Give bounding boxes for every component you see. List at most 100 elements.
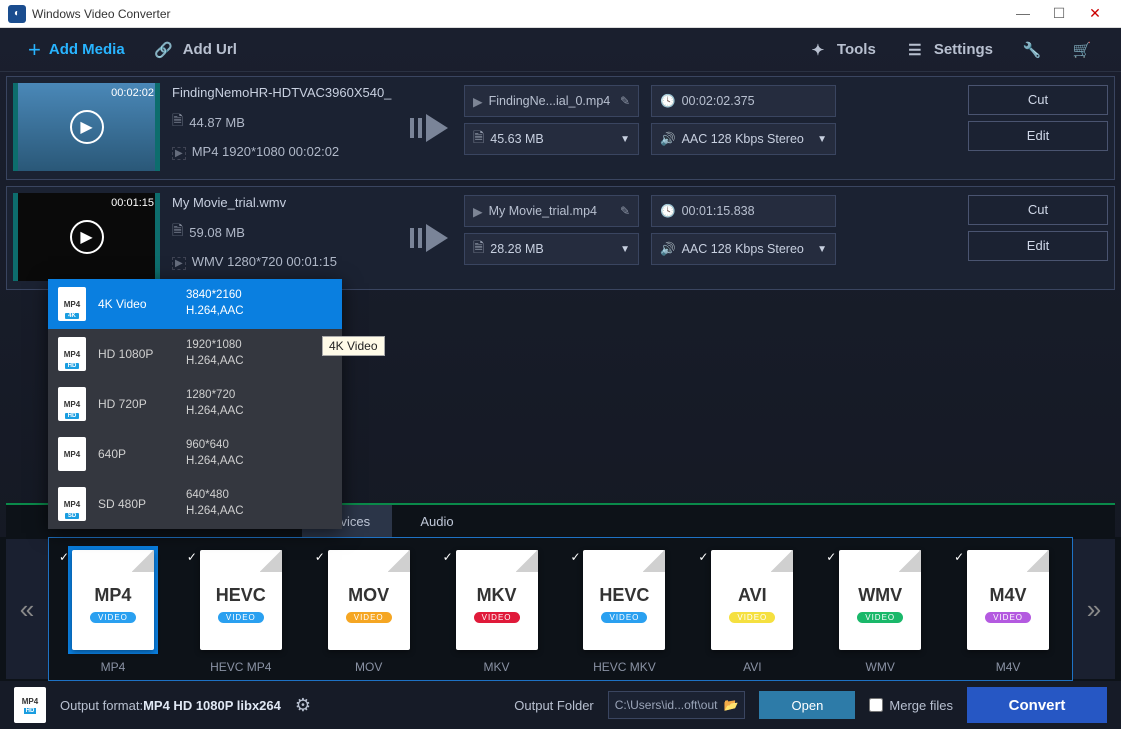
preset-label: 4K Video [98, 297, 174, 311]
preset-label: SD 480P [98, 497, 174, 511]
output-audio: AAC 128 Kbps Stereo [682, 132, 804, 146]
preset-item-720p[interactable]: MP4 HD 720P 1280*720H.264,AAC [48, 379, 342, 429]
output-folder-path[interactable]: C:\Users\id...oft\out 📂 [608, 691, 746, 719]
output-duration: 00:01:15.838 [682, 204, 755, 218]
prev-formats-button[interactable]: « [6, 539, 48, 679]
titlebar: ◐ Windows Video Converter — ☐ ✕ [0, 0, 1121, 28]
file-row[interactable]: 00:01:15 ▶ My Movie_trial.wmv 59.08 MB W… [6, 186, 1115, 290]
output-duration: 00:02:02.375 [682, 94, 755, 108]
preset-icon: MP4 [58, 437, 86, 471]
file-spec: MP4 1920*1080 00:02:02 [192, 144, 339, 159]
add-media-button[interactable]: + Add Media [14, 28, 139, 72]
preset-icon: MP4 [58, 387, 86, 421]
convert-button[interactable]: Convert [967, 687, 1107, 723]
output-folder-label: Output Folder [514, 698, 594, 713]
output-audio-dropdown[interactable]: 🔊 AAC 128 Kbps Stereo ▼ [651, 233, 836, 265]
file-row[interactable]: 00:02:02 ▶ FindingNemoHR-HDTVAC3960X540_… [6, 76, 1115, 180]
tools-button[interactable]: ✦ Tools [793, 28, 890, 72]
folder-icon[interactable]: 📂 [723, 698, 738, 712]
video-icon [172, 254, 186, 269]
preset-icon: MP4 [58, 487, 86, 521]
preset-item-1080p[interactable]: MP4 HD 1080P 1920*1080H.264,AAC [48, 329, 342, 379]
output-name-field[interactable]: ▶ My Movie_trial.mp4 ✎ [464, 195, 639, 227]
check-icon: ✓ [443, 550, 453, 564]
merge-files-checkbox[interactable]: Merge files [869, 698, 953, 713]
close-button[interactable]: ✕ [1077, 5, 1113, 22]
clock-icon: 🕓 [660, 204, 676, 219]
key-button[interactable]: 🔧 [1007, 28, 1057, 72]
output-audio-dropdown[interactable]: 🔊 AAC 128 Kbps Stereo ▼ [651, 123, 836, 155]
format-tile-mkv[interactable]: ✓ MKVVIDEO MKV [433, 546, 561, 674]
preset-popup: MP4 4K Video 3840*2160H.264,AAC MP4 HD 1… [48, 279, 342, 529]
speaker-icon: 🔊 [660, 132, 676, 147]
tab-audio[interactable]: Audio [392, 505, 482, 537]
main-toolbar: + Add Media 🔗 Add Url ✦ Tools ☰ Settings… [0, 28, 1121, 72]
chevron-down-icon: ▼ [817, 134, 827, 145]
thumbnail[interactable]: 00:01:15 ▶ [13, 193, 160, 281]
preset-icon: MP4 [58, 337, 86, 371]
format-strip: ✓ MP4VIDEO MP4✓ HEVCVIDEO HEVC MP4✓ MOVV… [48, 537, 1073, 681]
format-tile-m4v[interactable]: ✓ M4VVIDEO M4V [944, 546, 1072, 674]
format-tile-hevc-mkv[interactable]: ✓ HEVCVIDEO HEVC MKV [561, 546, 689, 674]
open-folder-button[interactable]: Open [759, 691, 855, 719]
format-tile-mp4[interactable]: ✓ MP4VIDEO MP4 [49, 546, 177, 674]
edit-button[interactable]: Edit [968, 121, 1108, 151]
format-tile-hevc-mp4[interactable]: ✓ HEVCVIDEO HEVC MP4 [177, 546, 305, 674]
play-icon[interactable]: ▶ [70, 110, 104, 144]
check-icon: ✓ [954, 550, 964, 564]
check-icon: ✓ [187, 550, 197, 564]
gear-icon[interactable]: ⚙ [295, 695, 311, 716]
file-list: 00:02:02 ▶ FindingNemoHR-HDTVAC3960X540_… [0, 72, 1121, 296]
star-icon: ✦ [807, 39, 829, 61]
format-tile-avi[interactable]: ✓ AVIVIDEO AVI [688, 546, 816, 674]
preset-item-480p[interactable]: MP4 SD 480P 640*480H.264,AAC [48, 479, 342, 529]
tooltip: 4K Video [322, 336, 385, 356]
check-icon: ✓ [826, 550, 836, 564]
add-media-label: Add Media [49, 41, 125, 58]
settings-button[interactable]: ☰ Settings [890, 28, 1007, 72]
check-icon: ✓ [698, 550, 708, 564]
pencil-icon[interactable]: ✎ [620, 204, 630, 218]
thumbnail[interactable]: 00:02:02 ▶ [13, 83, 160, 171]
footer: MP4HD Output format:MP4 HD 1080P libx264… [0, 681, 1121, 729]
tools-label: Tools [837, 41, 876, 58]
output-name-field[interactable]: ▶ FindingNe...ial_0.mp4 ✎ [464, 85, 639, 117]
preset-item-4k[interactable]: MP4 4K Video 3840*2160H.264,AAC [48, 279, 342, 329]
cart-button[interactable]: 🛒 [1057, 28, 1107, 72]
chevron-down-icon: ▼ [620, 244, 630, 255]
format-tile-mov[interactable]: ✓ MOVVIDEO MOV [305, 546, 433, 674]
file-name: My Movie_trial.wmv [172, 195, 394, 210]
minimize-button[interactable]: — [1005, 5, 1041, 22]
output-name: My Movie_trial.mp4 [489, 204, 597, 218]
output-duration-field: 🕓 00:02:02.375 [651, 85, 836, 117]
output-size-dropdown[interactable]: 28.28 MB ▼ [464, 233, 639, 265]
pencil-icon[interactable]: ✎ [620, 94, 630, 108]
preset-icon: MP4 [58, 287, 86, 321]
output-size-dropdown[interactable]: 45.63 MB ▼ [464, 123, 639, 155]
output-format-text: Output format:MP4 HD 1080P libx264 [60, 698, 281, 713]
check-icon: ✓ [571, 550, 581, 564]
preset-item-640p[interactable]: MP4 640P 960*640H.264,AAC [48, 429, 342, 479]
format-name: MP4 [101, 660, 126, 674]
add-url-button[interactable]: 🔗 Add Url [139, 28, 251, 72]
maximize-button[interactable]: ☐ [1041, 5, 1077, 22]
file-icon [172, 110, 183, 134]
cart-icon: 🛒 [1071, 39, 1093, 61]
plus-icon: + [28, 37, 41, 63]
format-name: M4V [996, 660, 1021, 674]
format-tile-wmv[interactable]: ✓ WMVVIDEO WMV [816, 546, 944, 674]
next-formats-button[interactable]: » [1073, 539, 1115, 679]
cut-button[interactable]: Cut [968, 85, 1108, 115]
add-url-label: Add Url [183, 41, 237, 58]
format-name: AVI [743, 660, 761, 674]
cut-button[interactable]: Cut [968, 195, 1108, 225]
app-logo-icon: ◐ [8, 5, 26, 23]
edit-button[interactable]: Edit [968, 231, 1108, 261]
preset-label: HD 720P [98, 397, 174, 411]
file-icon [172, 220, 183, 244]
play-icon[interactable]: ▶ [70, 220, 104, 254]
file-spec: WMV 1280*720 00:01:15 [192, 254, 337, 269]
window-title: Windows Video Converter [32, 7, 171, 21]
output-size: 28.28 MB [490, 242, 544, 256]
speaker-icon: 🔊 [660, 242, 676, 257]
